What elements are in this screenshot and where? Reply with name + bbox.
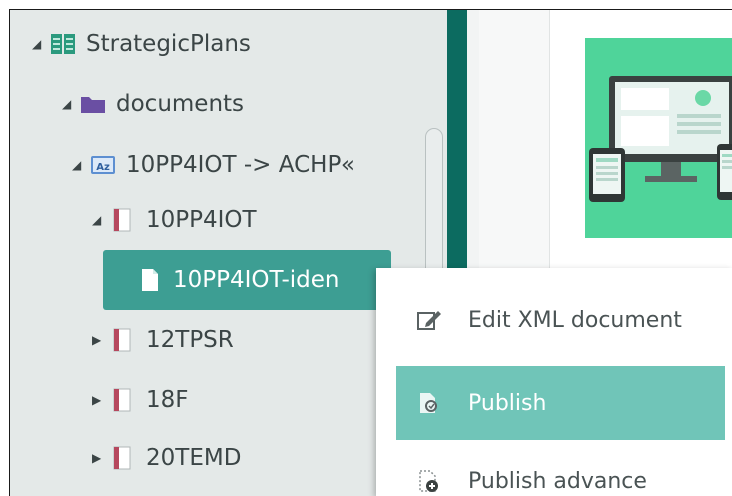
book-icon xyxy=(110,387,136,413)
menu-item-label: Publish advance xyxy=(468,468,647,494)
tree-item-20temd[interactable]: ▶ 20TEMD xyxy=(92,436,241,480)
app-frame: ◢ StrategicPlans ◢ documents ◢ Az 10PP4I… xyxy=(9,9,732,496)
devices-illustration-icon xyxy=(589,76,732,202)
expanded-arrow-icon[interactable]: ◢ xyxy=(92,213,110,227)
document-icon xyxy=(137,267,163,293)
tree-item-label: 10PP4IOT xyxy=(146,207,257,233)
expanded-arrow-icon[interactable]: ◢ xyxy=(72,158,90,172)
collection-az-icon: Az xyxy=(90,152,116,178)
document-thumbnail xyxy=(585,38,732,238)
tree-item-label: 18F xyxy=(146,387,189,413)
menu-item-label: Publish xyxy=(468,390,547,416)
tree-item-label: 12TPSR xyxy=(146,327,234,353)
tree-item-label: documents xyxy=(116,91,245,117)
book-icon xyxy=(110,327,136,353)
tree-item-label: 10PP4IOT-iden xyxy=(173,267,340,293)
context-menu: Edit XML document Publish Publish advanc… xyxy=(376,268,732,496)
collapsed-arrow-icon[interactable]: ▶ xyxy=(92,393,110,407)
expanded-arrow-icon[interactable]: ◢ xyxy=(62,97,80,111)
document-preview-card[interactable] xyxy=(549,10,732,270)
tree-item-collection[interactable]: ◢ Az 10PP4IOT -> ACHP« xyxy=(72,143,392,187)
svg-text:Az: Az xyxy=(96,162,110,173)
tree-item-label: 10PP4IOT -> ACHP« xyxy=(126,152,355,178)
collapsed-arrow-icon[interactable]: ▶ xyxy=(92,333,110,347)
tree-item-documents[interactable]: ◢ documents xyxy=(62,82,244,126)
selected-row-content: 10PP4IOT-iden xyxy=(137,258,339,302)
publish-advance-icon xyxy=(416,468,442,494)
expanded-arrow-icon[interactable]: ◢ xyxy=(32,37,50,51)
edit-document-icon xyxy=(416,307,442,333)
folder-icon xyxy=(80,91,106,117)
tree-item-label: StrategicPlans xyxy=(86,31,251,57)
menu-item-label: Edit XML document xyxy=(468,307,682,333)
repository-icon xyxy=(50,31,76,57)
publish-icon xyxy=(416,390,442,416)
menu-item-edit-xml[interactable]: Edit XML document xyxy=(396,283,725,357)
tree-item-10pp4iot[interactable]: ◢ 10PP4IOT xyxy=(92,198,257,242)
book-icon xyxy=(110,207,136,233)
book-icon xyxy=(110,445,136,471)
tree-item-strategicplans[interactable]: ◢ StrategicPlans xyxy=(32,22,251,66)
tree-item-selected-document[interactable]: 10PP4IOT-iden xyxy=(103,250,391,310)
tree-item-label: 20TEMD xyxy=(146,445,242,471)
collapsed-arrow-icon[interactable]: ▶ xyxy=(92,451,110,465)
tree-item-18f[interactable]: ▶ 18F xyxy=(92,378,189,422)
menu-item-publish[interactable]: Publish xyxy=(396,366,725,440)
menu-item-publish-advance[interactable]: Publish advance xyxy=(396,444,725,496)
tree-item-12tpsr[interactable]: ▶ 12TPSR xyxy=(92,318,234,362)
